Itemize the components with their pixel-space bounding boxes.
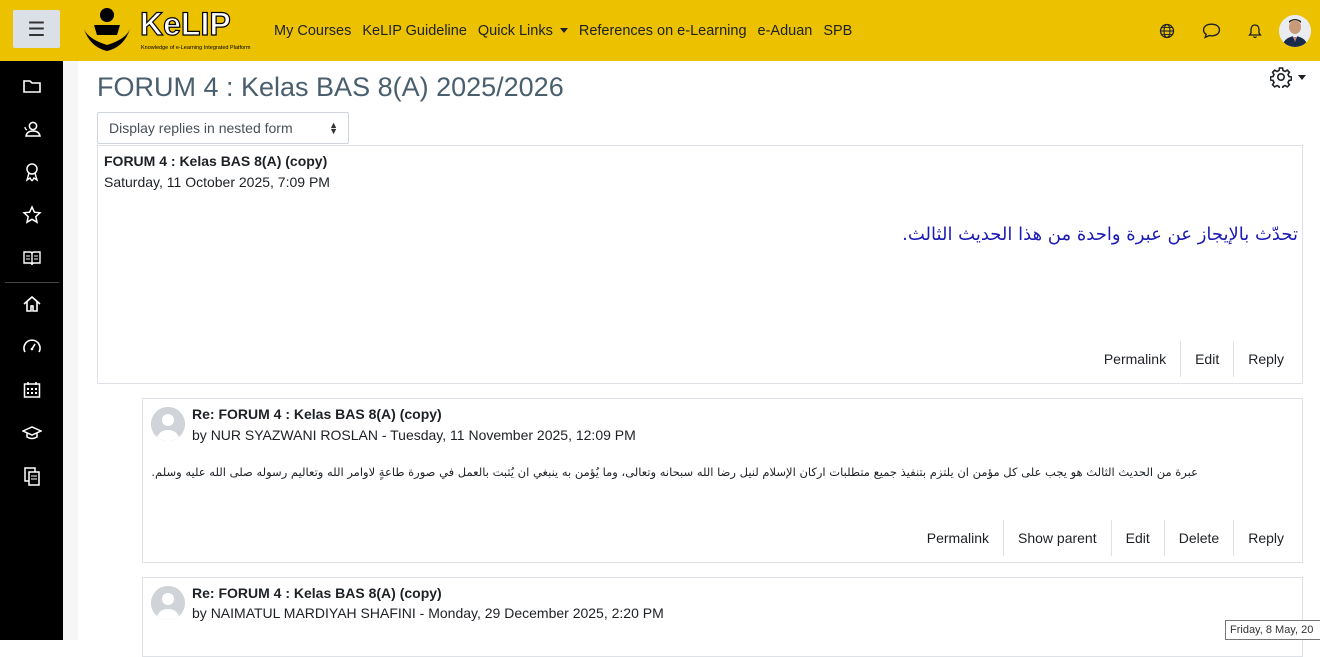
- badge-icon[interactable]: [22, 162, 42, 182]
- display-mode-select[interactable]: Display replies in nested form ▲ ▼: [97, 112, 349, 144]
- nav-quick-links-label: Quick Links: [477, 22, 553, 39]
- display-mode-value: Display replies in nested form: [109, 120, 293, 136]
- post-message: عبرة من الحديث الثالث هو يجب على كل مؤمن…: [151, 465, 1198, 479]
- edit-link[interactable]: Edit: [1180, 341, 1233, 377]
- book-icon[interactable]: [22, 248, 42, 268]
- svg-text:Knowledge of e-Learning Integr: Knowledge of e-Learning Integrated Platf…: [141, 45, 251, 51]
- top-navbar: ☰ KeLIP Knowledge of e-Learning Integrat…: [0, 0, 1320, 61]
- nav-e-aduan[interactable]: e-Aduan: [758, 23, 813, 39]
- post-commands: Permalink Edit Reply: [1090, 341, 1298, 377]
- post-date: - Tuesday, 11 November 2025, 12:09 PM: [377, 427, 636, 443]
- bell-icon[interactable]: [1247, 23, 1263, 39]
- forum-post: FORUM 4 : Kelas BAS 8(A) (copy) Saturday…: [97, 145, 1303, 384]
- menu-toggle-button[interactable]: ☰: [13, 10, 60, 48]
- user-avatar[interactable]: [1279, 14, 1311, 47]
- nav-spb[interactable]: SPB: [823, 23, 852, 39]
- nav-quick-links[interactable]: Quick Links: [478, 23, 568, 39]
- user-picture[interactable]: [151, 586, 185, 620]
- participants-icon[interactable]: [22, 119, 42, 139]
- date-tooltip: Friday, 8 May, 20: [1225, 620, 1320, 640]
- chat-icon[interactable]: [1202, 22, 1221, 39]
- edit-link[interactable]: Edit: [1110, 520, 1164, 556]
- settings-menu-button[interactable]: [1270, 66, 1306, 88]
- post-subject: FORUM 4 : Kelas BAS 8(A) (copy): [104, 153, 328, 169]
- chevron-down-icon: [559, 28, 568, 33]
- forum-reply-post: Re: FORUM 4 : Kelas BAS 8(A) (copy) by N…: [142, 577, 1303, 657]
- site-logo[interactable]: KeLIP Knowledge of e-Learning Integrated…: [80, 3, 260, 57]
- calendar-icon[interactable]: [22, 380, 42, 400]
- files-icon[interactable]: [22, 466, 42, 486]
- author-link[interactable]: NUR SYAZWANI ROSLAN: [211, 427, 378, 443]
- page-title: FORUM 4 : Kelas BAS 8(A) 2025/2026: [97, 72, 564, 102]
- post-subject: Re: FORUM 4 : Kelas BAS 8(A) (copy): [192, 585, 442, 601]
- star-icon[interactable]: [22, 205, 42, 225]
- select-arrows-icon: ▲ ▼: [329, 120, 338, 136]
- svg-text:KeLIP: KeLIP: [140, 6, 231, 42]
- home-icon[interactable]: [22, 294, 42, 314]
- reply-link[interactable]: Reply: [1233, 341, 1298, 377]
- post-commands: Permalink Show parent Edit Delete Reply: [913, 520, 1298, 556]
- nav-actions: [1159, 0, 1320, 61]
- post-message: تحدّث بالإيجاز عن عبرة واحدة من هذا الحد…: [902, 224, 1298, 245]
- nav-kelip-guideline[interactable]: KeLIP Guideline: [362, 23, 467, 39]
- post-byline: by NUR SYAZWANI ROSLAN - Tuesday, 11 Nov…: [192, 427, 636, 443]
- graduation-cap-icon[interactable]: [22, 423, 42, 443]
- post-subject: Re: FORUM 4 : Kelas BAS 8(A) (copy): [192, 406, 442, 422]
- left-sidebar: [0, 61, 63, 640]
- nav-references[interactable]: References on e-Learning: [579, 23, 747, 39]
- content-scrollbar[interactable]: [63, 61, 78, 640]
- nav-my-courses[interactable]: My Courses: [274, 23, 351, 39]
- author-link[interactable]: NAIMATUL MARDIYAH SHAFINI: [211, 605, 416, 621]
- post-byline: by NAIMATUL MARDIYAH SHAFINI - Monday, 2…: [192, 605, 664, 621]
- post-date: Saturday, 11 October 2025, 7:09 PM: [104, 174, 330, 190]
- user-picture[interactable]: [151, 407, 185, 441]
- forum-reply-post: Re: FORUM 4 : Kelas BAS 8(A) (copy) by N…: [142, 398, 1303, 563]
- globe-icon[interactable]: [1159, 23, 1175, 39]
- permalink-link[interactable]: Permalink: [913, 520, 1003, 556]
- folder-icon[interactable]: [22, 76, 42, 96]
- show-parent-link[interactable]: Show parent: [1003, 520, 1111, 556]
- gear-icon: [1270, 67, 1292, 88]
- permalink-link[interactable]: Permalink: [1090, 341, 1180, 377]
- primary-nav: My Courses KeLIP Guideline Quick Links R…: [274, 0, 863, 61]
- delete-link[interactable]: Delete: [1163, 520, 1233, 556]
- dashboard-icon[interactable]: [22, 337, 42, 357]
- chevron-down-icon: [1298, 74, 1306, 80]
- reply-link[interactable]: Reply: [1233, 520, 1298, 556]
- post-date: - Monday, 29 December 2025, 2:20 PM: [415, 605, 664, 621]
- byline-by: by: [192, 605, 207, 621]
- hamburger-icon: ☰: [27, 18, 46, 41]
- byline-by: by: [192, 427, 207, 443]
- sidebar-divider: [5, 282, 59, 283]
